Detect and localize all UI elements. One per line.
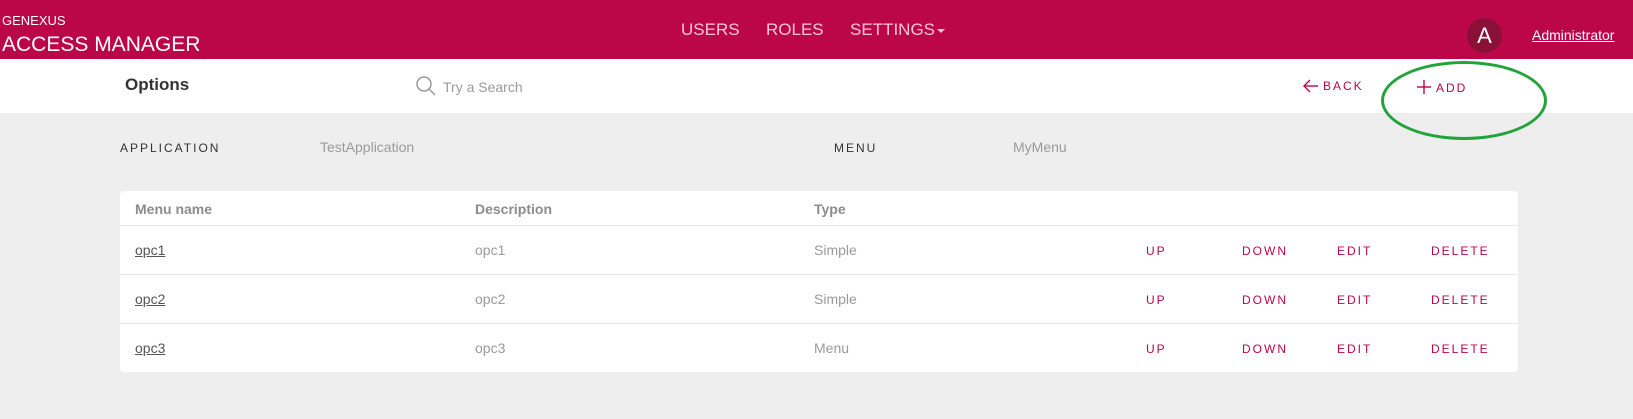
- options-table: Menu name Description Type opc1 opc1 Sim…: [120, 191, 1518, 372]
- avatar[interactable]: A: [1467, 18, 1502, 53]
- application-label: APPLICATION: [120, 141, 221, 155]
- table-row: opc2 opc2 Simple UP DOWN EDIT DELETE: [120, 275, 1518, 324]
- menu-label: MENU: [834, 141, 878, 155]
- description-cell: opc3: [475, 340, 506, 356]
- search-box: [415, 75, 815, 99]
- edit-button[interactable]: EDIT: [1337, 244, 1372, 258]
- menu-name-link[interactable]: opc2: [135, 291, 165, 307]
- nav-settings-label: SETTINGS: [850, 20, 936, 39]
- down-button[interactable]: DOWN: [1242, 342, 1288, 356]
- edit-button[interactable]: EDIT: [1337, 342, 1372, 356]
- menu-value: MyMenu: [1013, 139, 1067, 155]
- edit-button[interactable]: EDIT: [1337, 293, 1372, 307]
- back-button[interactable]: BACK: [1303, 79, 1364, 93]
- type-cell: Menu: [814, 340, 850, 356]
- description-cell: opc2: [475, 291, 506, 307]
- menu-name-link[interactable]: opc1: [135, 242, 165, 258]
- nav-roles[interactable]: ROLES: [766, 20, 824, 40]
- menu-name-link[interactable]: opc3: [135, 340, 165, 356]
- down-button[interactable]: DOWN: [1242, 244, 1288, 258]
- type-cell: Simple: [814, 242, 857, 258]
- back-label: BACK: [1323, 79, 1364, 93]
- delete-button[interactable]: DELETE: [1431, 342, 1490, 356]
- table-row: opc3 opc3 Menu UP DOWN EDIT DELETE: [120, 324, 1518, 373]
- table-row: opc1 opc1 Simple UP DOWN EDIT DELETE: [120, 226, 1518, 275]
- application-value: TestApplication: [320, 139, 415, 155]
- arrow-left-icon: [1303, 79, 1318, 93]
- table-header: Menu name Description Type: [120, 191, 1518, 226]
- delete-button[interactable]: DELETE: [1431, 293, 1490, 307]
- user-link[interactable]: Administrator: [1532, 27, 1614, 43]
- top-bar: GENEXUS ACCESS MANAGER USERS ROLES SETTI…: [0, 0, 1633, 59]
- down-button[interactable]: DOWN: [1242, 293, 1288, 307]
- type-cell: Simple: [814, 291, 857, 307]
- search-input[interactable]: [443, 76, 803, 98]
- up-button[interactable]: UP: [1146, 342, 1167, 356]
- up-button[interactable]: UP: [1146, 293, 1167, 307]
- description-cell: opc1: [475, 242, 506, 258]
- page-title: Options: [125, 75, 190, 94]
- up-button[interactable]: UP: [1146, 244, 1167, 258]
- delete-button[interactable]: DELETE: [1431, 244, 1490, 258]
- nav-settings[interactable]: SETTINGS: [850, 20, 946, 40]
- highlight-annotation: [1381, 61, 1547, 140]
- caret-down-icon: [937, 28, 946, 33]
- search-icon: [416, 76, 436, 96]
- column-header-menu-name: Menu name: [135, 201, 213, 217]
- brand-title: ACCESS MANAGER: [2, 33, 201, 56]
- column-header-description: Description: [475, 201, 553, 217]
- column-header-type: Type: [814, 201, 846, 217]
- brand-subtitle: GENEXUS: [2, 13, 66, 28]
- nav-users[interactable]: USERS: [681, 20, 740, 40]
